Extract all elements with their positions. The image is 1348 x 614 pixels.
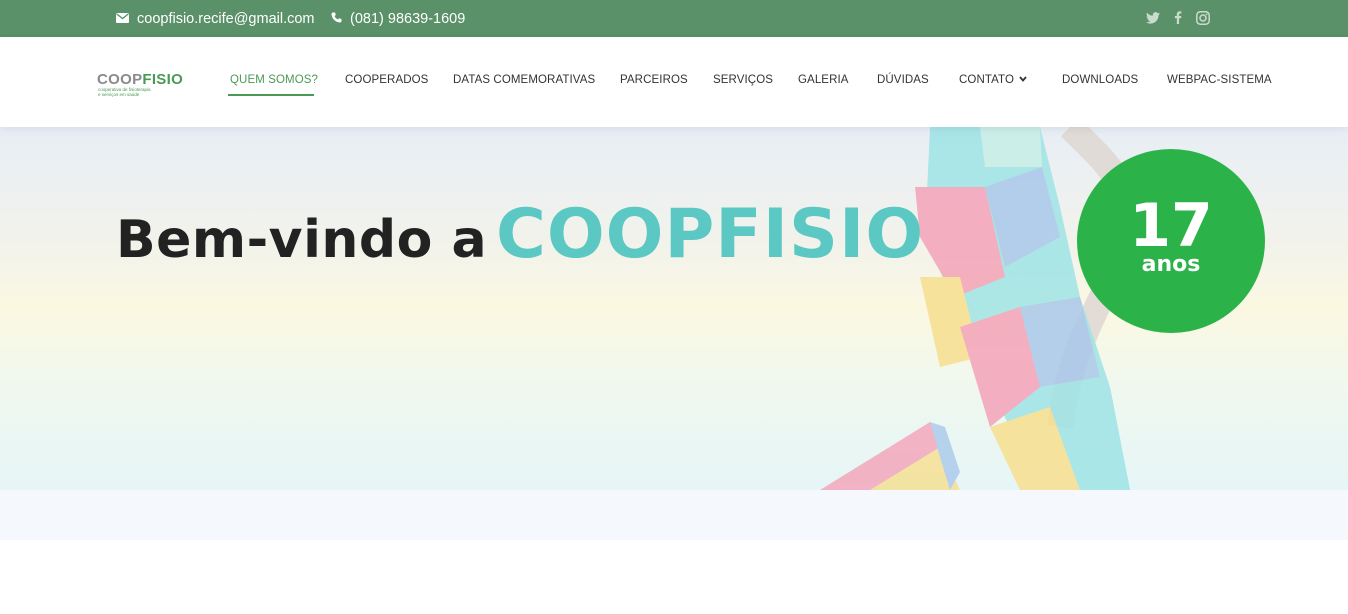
anniversary-badge: 17 anos [1077,149,1265,333]
main-header: COOPFISIO cooperativa de fisioterapia e … [0,37,1348,127]
hero-title: Bem-vindo a COOPFISIO [116,195,924,274]
phone-contact[interactable]: (081) 98639-1609 [331,0,465,37]
nav-quem-somos[interactable]: QUEM SOMOS? [230,74,318,86]
phone-icon [331,11,342,27]
twitter-icon[interactable] [1146,11,1160,26]
badge-unit: anos [1141,252,1201,277]
email-text: coopfisio.recife@gmail.com [137,10,315,27]
nav-parceiros[interactable]: PARCEIROS [620,74,688,86]
email-contact[interactable]: coopfisio.recife@gmail.com [116,0,315,37]
nav-contato-label: CONTATO [959,74,1015,86]
nav-galeria[interactable]: GALERIA [798,74,849,86]
hero-banner: Bem-vindo a COOPFISIO 17 anos [0,127,1348,490]
chevron-down-icon [1019,74,1027,84]
nav-datas-comemorativas[interactable]: DATAS COMEMORATIVAS [453,74,595,86]
nav-servicos[interactable]: SERVIÇOS [713,74,773,86]
badge-number: 17 [1129,191,1213,261]
top-bar: coopfisio.recife@gmail.com (081) 98639-1… [0,0,1348,37]
active-nav-underline [228,94,314,96]
hero-title-brand: COOPFISIO [495,195,925,274]
site-logo[interactable]: COOPFISIO cooperativa de fisioterapia e … [97,71,183,97]
logo-wordmark: COOPFISIO [97,71,184,88]
section-divider-band [0,490,1348,540]
instagram-icon[interactable] [1196,10,1210,27]
nav-webpac-sistema[interactable]: WEBPAC-SISTEMA [1167,74,1272,86]
logo-tagline-2: e serviços em saúde [98,92,140,97]
nav-duvidas[interactable]: DÚVIDAS [877,74,929,86]
nav-contato[interactable]: CONTATO [959,74,1027,86]
phone-text: (081) 98639-1609 [350,10,466,27]
nav-cooperados[interactable]: COOPERADOS [345,74,428,86]
facebook-icon[interactable] [1174,11,1182,26]
hero-title-prefix: Bem-vindo a [116,210,488,270]
envelope-icon [116,11,129,27]
social-links [1146,0,1210,37]
nav-downloads[interactable]: DOWNLOADS [1062,74,1138,86]
